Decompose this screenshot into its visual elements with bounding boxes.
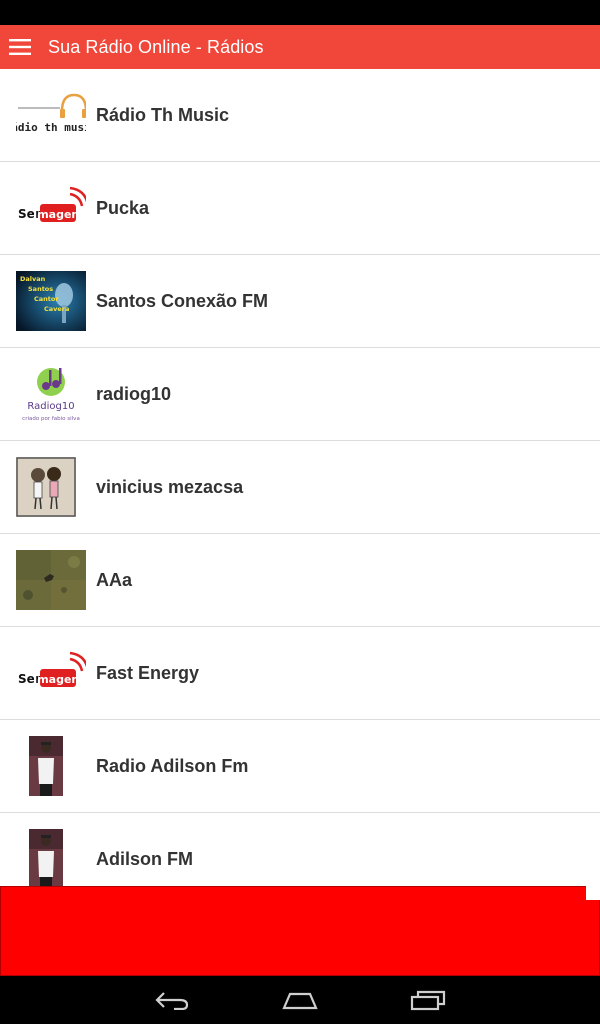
recent-apps-icon[interactable]: [398, 976, 458, 1024]
navigation-bar: [0, 976, 600, 1024]
sem-imagem-logo: Sem Imagem: [16, 178, 86, 238]
station-name: Santos Conexão FM: [96, 291, 269, 311]
couple-photo-thumbnail: [16, 457, 76, 517]
home-icon[interactable]: [270, 976, 330, 1024]
ad-banner[interactable]: [0, 886, 600, 976]
station-name: Pucka: [96, 198, 150, 218]
station-name: Fast Energy: [96, 663, 200, 683]
grass-photo-thumbnail: [16, 550, 86, 610]
app-title: Sua Rádio Online - Rádios: [48, 36, 264, 57]
svg-text:Dalvan: Dalvan: [20, 275, 46, 283]
station-name: radiog10: [96, 384, 172, 404]
person-photo-thumbnail: [29, 736, 63, 796]
list-item[interactable]: Radio Adilson Fm: [0, 720, 600, 813]
svg-text:Santos: Santos: [28, 285, 53, 293]
sem-imagem-logo: Sem Imagem: [16, 643, 86, 703]
list-item[interactable]: vinicius mezacsa: [0, 441, 600, 534]
ad-corner-marker: [586, 886, 600, 900]
station-name: AAa: [96, 570, 133, 590]
hamburger-menu-icon[interactable]: [0, 25, 40, 69]
list-item[interactable]: Sem Imagem Fast Energy: [0, 627, 600, 720]
station-name: Radio Adilson Fm: [96, 756, 249, 776]
status-bar: [0, 0, 600, 25]
radio-th-music-logo: rádio th music: [16, 85, 86, 145]
santos-conexao-logo: Dalvan Santos Cantor Cavera: [16, 271, 86, 331]
app-bar: Sua Rádio Online - Rádios: [0, 25, 600, 69]
list-item[interactable]: rádio th music Rádio Th Music: [0, 69, 600, 162]
logo-text: rádio th music: [16, 121, 86, 134]
list-item[interactable]: AAa: [0, 534, 600, 627]
logo-text: Radiog10: [27, 401, 74, 412]
list-item[interactable]: Adilson FM: [0, 813, 600, 886]
station-name: Rádio Th Music: [96, 105, 230, 125]
radiog10-logo: Radiog10 criado por fabio silva: [16, 364, 86, 424]
back-icon[interactable]: [142, 976, 202, 1024]
logo-text-2: Imagem: [33, 673, 83, 686]
list-item[interactable]: Radiog10 criado por fabio silva radiog10: [0, 348, 600, 441]
list-item[interactable]: Dalvan Santos Cantor Cavera Santos Conex…: [0, 255, 600, 348]
list-item[interactable]: Sem Imagem Pucka: [0, 162, 600, 255]
station-name: Adilson FM: [96, 849, 193, 869]
station-name: vinicius mezacsa: [96, 477, 244, 497]
svg-text:Cantor: Cantor: [34, 295, 59, 303]
person-photo-thumbnail: [29, 829, 63, 886]
station-list[interactable]: rádio th music Rádio Th Music Sem Imagem…: [0, 69, 600, 886]
svg-text:Cavera: Cavera: [44, 305, 69, 313]
logo-text-2: Imagem: [33, 208, 83, 221]
logo-subtext: criado por fabio silva: [22, 416, 80, 422]
